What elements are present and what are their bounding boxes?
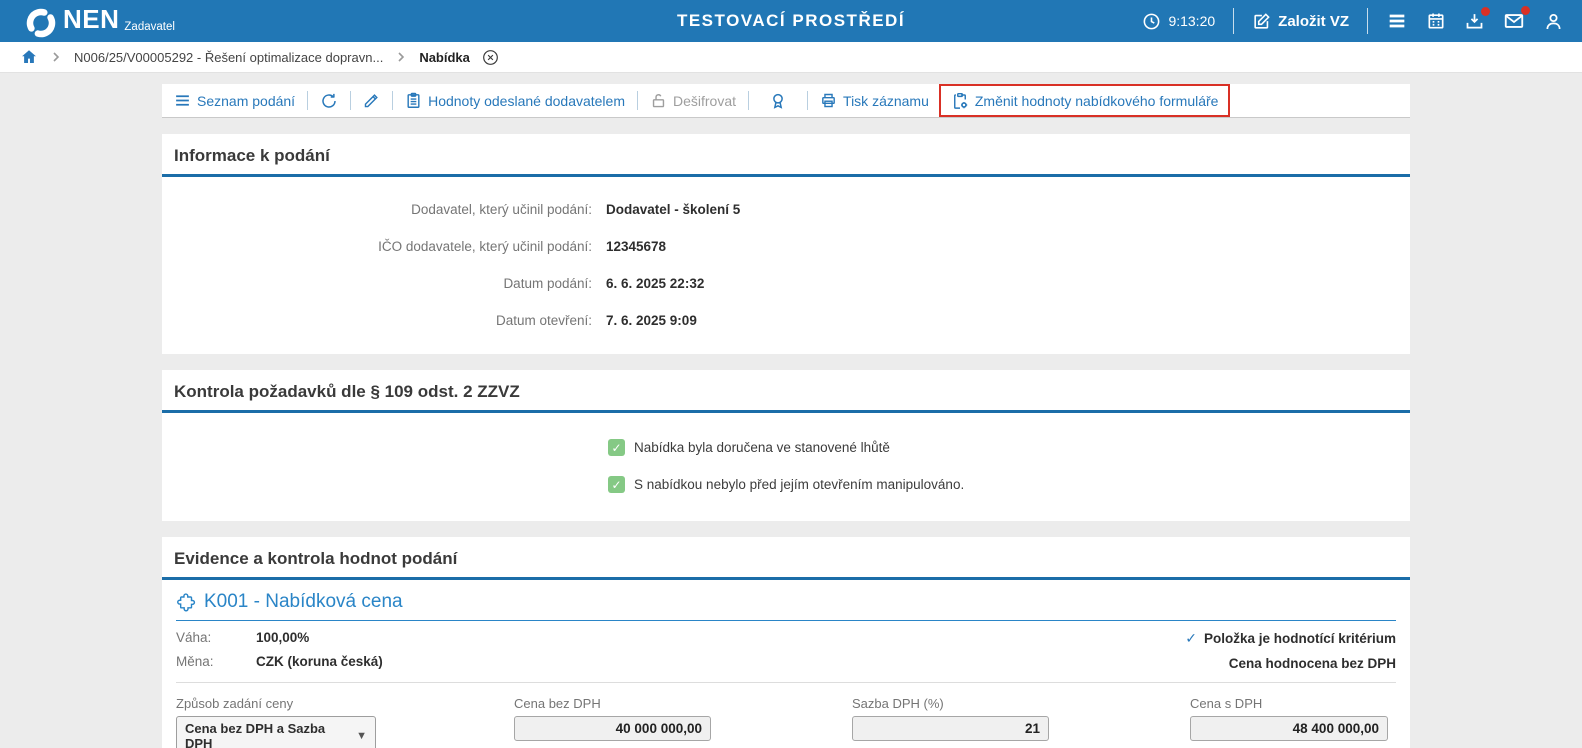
downloads-button[interactable] [1464, 6, 1490, 32]
logo-subtitle: Zadavatel [124, 21, 175, 33]
sazba-dph-input[interactable] [852, 716, 1049, 741]
close-tab-icon[interactable] [482, 49, 499, 66]
session-time-value: 9:13:20 [1168, 13, 1216, 29]
cena-bez-dph-field: Cena bez DPH [514, 696, 852, 748]
green-check-icon: ✓ [608, 439, 625, 456]
info-row-ico: IČO dodavatele, který učinil podání: 123… [162, 239, 1410, 254]
criterion-item-header: K001 - Nabídková cena [176, 580, 1396, 621]
header-divider [1367, 8, 1368, 34]
menu-button[interactable] [1386, 10, 1408, 32]
calendar-icon [1426, 11, 1446, 31]
person-icon [1543, 11, 1564, 32]
toolbar-separator [748, 91, 750, 110]
field-value: Dodavatel - školení 5 [606, 202, 741, 217]
kontrola-section-title: Kontrola požadavků dle § 109 odst. 2 ZZV… [162, 370, 1410, 413]
puzzle-icon [176, 592, 196, 612]
field-value: 6. 6. 2025 22:32 [606, 276, 705, 291]
field-label: IČO dodavatele, který učinil podání: [378, 239, 592, 254]
dph-note-row: Cena hodnocena bez DPH [1228, 656, 1396, 671]
session-time: 9:13:20 [1142, 12, 1215, 31]
toolbar-separator [350, 91, 352, 110]
blue-check-icon: ✓ [1185, 630, 1197, 646]
evidence-section-title: Evidence a kontrola hodnot podání [162, 537, 1410, 580]
edit-record-button[interactable] [361, 92, 382, 109]
field-value: 12345678 [606, 239, 667, 254]
award-button[interactable] [767, 92, 789, 110]
cena-s-dph-field: Cena s DPH Hodnota DPH 8 400 000,00 [1190, 696, 1396, 748]
green-check-icon: ✓ [608, 476, 625, 493]
nen-logo-icon [26, 8, 56, 38]
field-value: 7. 6. 2025 9:09 [606, 313, 697, 328]
mena-row: Měna: CZK (koruna česká) [176, 654, 383, 669]
seznam-podani-button[interactable]: Seznam podání [172, 92, 297, 109]
check-row-manipulace: ✓ S nabídkou nebylo před jejím otevřením… [608, 476, 1410, 493]
price-entry-mode-select[interactable]: Cena bez DPH a Sazba DPH ▼ [176, 716, 376, 748]
kriterium-note-row: ✓ Položka je hodnotící kritérium [1185, 630, 1396, 646]
cena-bez-dph-input[interactable] [514, 716, 711, 741]
refresh-button[interactable] [318, 92, 340, 110]
profile-button[interactable] [1543, 11, 1564, 32]
info-section-title: Informace k podání [162, 134, 1410, 177]
clipboard-gear-icon [951, 92, 969, 110]
header-divider [1233, 8, 1235, 34]
messages-badge [1521, 6, 1530, 15]
toolbar-separator [807, 91, 809, 110]
field-label: Datum otevření: [495, 313, 592, 328]
info-row-datum-otevreni: Datum otevření: 7. 6. 2025 9:09 [162, 313, 1410, 328]
toolbar-separator [307, 91, 309, 110]
main-content: Seznam podání Hodnoty odeslané dodavatel… [162, 73, 1410, 748]
field-label: Datum podání: [503, 276, 592, 291]
chevron-right-icon [50, 51, 62, 63]
award-ribbon-icon [769, 92, 787, 110]
criterion-item-title: K001 - Nabídková cena [204, 591, 403, 612]
calendar-button[interactable] [1426, 11, 1446, 31]
toolbar-separator [637, 91, 638, 110]
breadcrumb: N006/25/V00005292 - Řešení optimalizace … [0, 42, 1582, 73]
clipboard-icon [405, 92, 422, 109]
chevron-right-icon [395, 51, 407, 63]
tisk-zaznamu-button[interactable]: Tisk záznamu [818, 92, 931, 109]
edit-icon [1252, 12, 1271, 31]
nen-logo[interactable]: NEN Zadavatel [26, 4, 175, 38]
chevron-down-icon: ▼ [356, 730, 367, 742]
zmenit-hodnoty-button[interactable]: Změnit hodnoty nabídkového formuláře [949, 92, 1221, 110]
breadcrumb-current-tab[interactable]: Nabídka [419, 50, 470, 65]
check-row-lhuta: ✓ Nabídka byla doručena ve stanovené lhů… [608, 439, 1410, 456]
refresh-icon [320, 92, 338, 110]
downloads-badge [1481, 6, 1490, 16]
info-row-dodavatel: Dodavatel, který učinil podání: Dodavate… [162, 202, 1410, 217]
hodnoty-odeslane-button[interactable]: Hodnoty odeslané dodavatelem [403, 92, 627, 109]
vaha-row: Váha: 100,00% [176, 630, 310, 645]
highlight-annotation: Změnit hodnoty nabídkového formuláře [938, 84, 1231, 117]
create-vz-button[interactable]: Založit VZ [1252, 12, 1349, 31]
unlock-icon [650, 92, 667, 109]
messages-button[interactable] [1503, 6, 1530, 32]
sazba-dph-field: Sazba DPH (%) [852, 696, 1190, 748]
clock-icon [1142, 12, 1161, 31]
printer-icon [820, 92, 837, 109]
toolbar-separator [392, 91, 394, 110]
logo-text: NEN [63, 4, 120, 34]
hamburger-icon [1386, 10, 1408, 32]
field-label: Dodavatel, který učinil podání: [411, 202, 592, 217]
kontrola-section: Kontrola požadavků dle § 109 odst. 2 ZZV… [162, 370, 1410, 521]
evidence-section: Evidence a kontrola hodnot podání K001 -… [162, 537, 1410, 748]
info-row-datum-podani: Datum podání: 6. 6. 2025 22:32 [162, 276, 1410, 291]
cena-s-dph-input[interactable] [1190, 716, 1388, 741]
record-toolbar: Seznam podání Hodnoty odeslané dodavatel… [162, 84, 1410, 118]
app-header: NEN Zadavatel TESTOVACÍ PROSTŘEDÍ 9:13:2… [0, 0, 1582, 42]
list-icon [174, 92, 191, 109]
zpusob-field: Způsob zadání ceny Cena bez DPH a Sazba … [176, 696, 514, 748]
info-section: Informace k podání Dodavatel, který učin… [162, 134, 1410, 354]
home-icon[interactable] [20, 48, 38, 66]
breadcrumb-procurement-link[interactable]: N006/25/V00005292 - Řešení optimalizace … [74, 50, 383, 65]
pencil-icon [363, 92, 380, 109]
desifrovat-button[interactable]: Dešifrovat [648, 92, 738, 109]
